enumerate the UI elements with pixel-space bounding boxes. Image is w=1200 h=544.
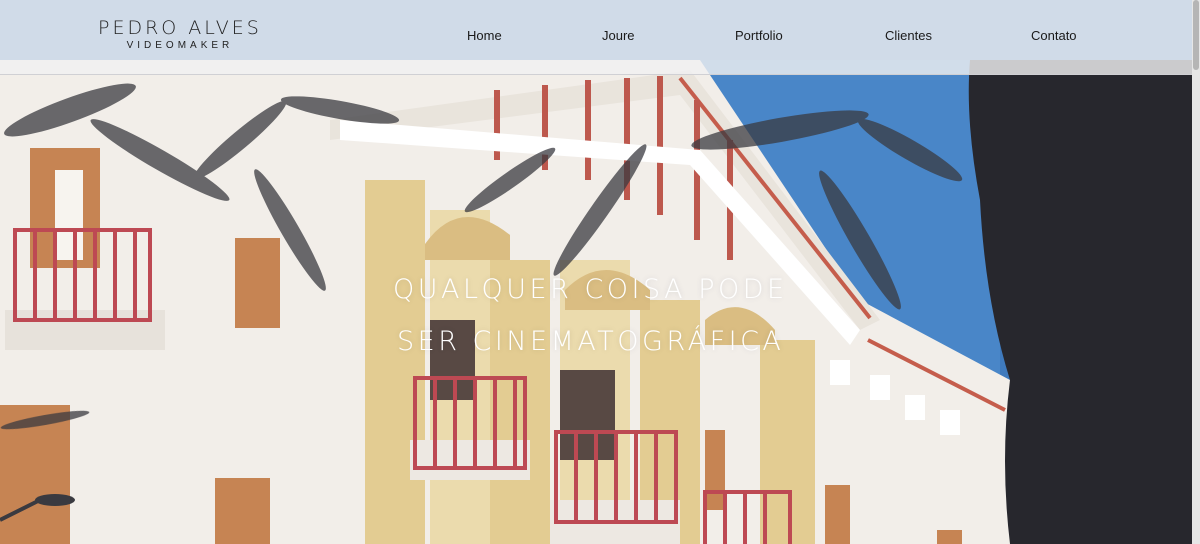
nav-portfolio[interactable]: Portfolio — [735, 28, 783, 43]
nav-home[interactable]: Home — [467, 28, 502, 43]
brand-logo[interactable]: PEDRO ALVES VIDEOMAKER — [98, 18, 262, 53]
scrollbar-thumb[interactable] — [1193, 0, 1199, 70]
hero-section — [0, 0, 1200, 544]
hero-background-image — [0, 0, 1200, 544]
page-scrollbar[interactable] — [1192, 0, 1200, 544]
brand-name: PEDRO ALVES — [98, 17, 262, 39]
nav-clientes[interactable]: Clientes — [885, 28, 932, 43]
nav-joure[interactable]: Joure — [602, 28, 635, 43]
site-header: PEDRO ALVES VIDEOMAKER Home Joure Portfo… — [0, 0, 1192, 75]
hero-headline-line-1: QUALQUER COISA PODE — [393, 274, 788, 305]
nav-contato[interactable]: Contato — [1031, 28, 1077, 43]
hero-headline-line-2: SER CINEMATOGRÁFICA — [397, 326, 785, 357]
brand-tagline: VIDEOMAKER — [126, 40, 234, 51]
